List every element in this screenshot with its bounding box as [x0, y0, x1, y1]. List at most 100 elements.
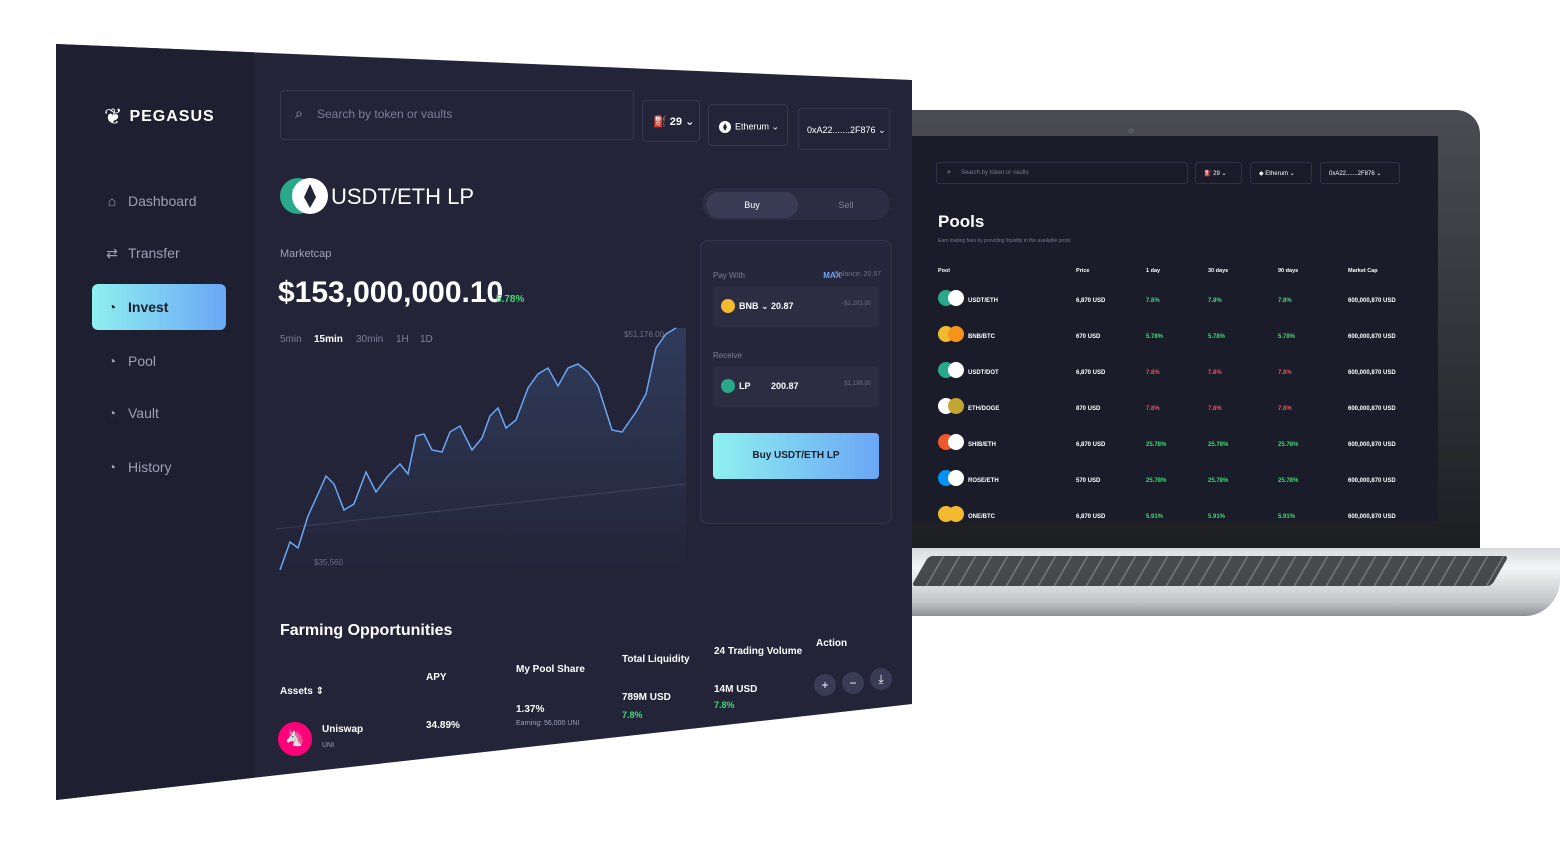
balance-label: Balance: 20.87	[834, 271, 881, 278]
sidebar-item-vault[interactable]: ◔ Vault	[92, 390, 226, 436]
cell-price: 6,870 USD	[1076, 370, 1106, 376]
table-row[interactable]: SHIB/ETH 6,870 USD 25.78% 25.78% 25.78% 600,0…	[938, 430, 1418, 466]
col-marketcap[interactable]: Market Cap	[1348, 268, 1378, 274]
table-row[interactable]: ONE/BTC 6,870 USD 5.91% 5.91% 5.91% 600,000,8…	[938, 502, 1418, 522]
col-assets[interactable]: Assets ⇕	[280, 686, 324, 697]
cell-pool: SHIB/ETH	[968, 442, 997, 448]
pie-icon: ◔	[107, 459, 117, 475]
col-total-liquidity: Total Liquidity	[622, 654, 690, 665]
cell-d90: 5.78%	[1278, 334, 1296, 340]
sidebar-item-transfer[interactable]: ⇄ Transfer	[92, 230, 226, 276]
cell-pool: USDT/ETH	[968, 298, 998, 304]
chevron-down-icon: ⌄	[878, 125, 886, 135]
dashboard-panel: ❦ PEGASUS ⌂ Dashboard ⇄ Transfer ◔ Invest ◔…	[56, 44, 912, 800]
laptop-wallet-selector[interactable]: 0xA22.......2F876 ⌄	[1320, 162, 1400, 184]
cell-mc: 600,000,870 USD	[1348, 442, 1396, 448]
tab-buy[interactable]: Buy	[706, 192, 798, 218]
sidebar-item-dashboard[interactable]: ⌂ Dashboard	[92, 178, 226, 224]
cell-mc: 600,000,870 USD	[1348, 334, 1396, 340]
search-icon: ⌕	[947, 169, 951, 176]
receive-token: LP	[739, 381, 751, 391]
cell-d1: 5.78%	[1146, 334, 1164, 340]
chart-max-label: $51,176.00	[624, 330, 665, 339]
network-selector[interactable]: Etherum ⌄	[708, 104, 788, 146]
uniswap-icon: 🦄	[278, 722, 312, 756]
brand-logo[interactable]: ❦ PEGASUS	[104, 104, 215, 130]
col-trading-volume: 24 Trading Volume	[714, 646, 803, 657]
pools-subtitle: Earn trading fees by providing liquidity…	[938, 238, 1071, 244]
col-30days[interactable]: 30 days	[1208, 268, 1228, 274]
cell-pool: BNB/BTC	[968, 334, 995, 340]
col-1day[interactable]: 1 day	[1146, 268, 1160, 274]
cell-mc: 600,000,870 USD	[1348, 514, 1396, 520]
farming-title: Farming Opportunities	[280, 622, 453, 639]
col-action: Action	[816, 638, 848, 649]
cell-d90: 7.8%	[1278, 298, 1292, 304]
pay-token-selector[interactable]: BNB ⌄	[739, 301, 769, 312]
buy-lp-button[interactable]: Buy USDT/ETH LP	[713, 433, 879, 479]
sidebar: ❦ PEGASUS ⌂ Dashboard ⇄ Transfer ◔ Invest ◔…	[56, 44, 254, 800]
cell-d90: 7.8%	[1278, 370, 1292, 376]
cell-pool: ROSE/ETH	[968, 478, 999, 484]
table-row[interactable]: ROSE/ETH 570 USD 25.78% 25.78% 25.78% 600,000…	[938, 466, 1418, 502]
table-row[interactable]: BNB/BTC 670 USD 5.78% 5.78% 5.78% 600,000,870…	[938, 322, 1418, 358]
table-row[interactable]: ETH/DOGE 870 USD 7.8% 7.8% 7.8% 600,000,870 U…	[938, 394, 1418, 430]
pay-with-label: Pay With	[713, 271, 746, 280]
laptop-screen: ⌕ Search by token or vaults ⛽ 29 ⌄ ◆ Eth…	[908, 136, 1438, 522]
cell-d30: 7.8%	[1208, 406, 1222, 412]
price-chart	[276, 327, 686, 574]
search-input[interactable]: ⌕ Search by token or vaults	[280, 90, 634, 140]
cell-price: 6,870 USD	[1076, 514, 1106, 520]
cell-mc: 600,000,870 USD	[1348, 298, 1396, 304]
col-price[interactable]: Price	[1076, 268, 1089, 274]
cell-d1: 7.8%	[1146, 298, 1160, 304]
pool-share-value: 1.37%	[516, 704, 545, 715]
sidebar-item-pool[interactable]: ◔ Pool	[92, 338, 226, 384]
table-row[interactable]: USDT/ETH 6,870 USD 7.8% 7.8% 7.8% 600,000,870…	[938, 286, 1418, 322]
camera-dot	[1128, 128, 1134, 134]
cell-mc: 600,000,870 USD	[1348, 370, 1396, 376]
cell-price: 6,870 USD	[1076, 298, 1106, 304]
laptop-search-input[interactable]: ⌕ Search by token or vaults	[936, 162, 1188, 184]
pool-pair-icon	[938, 290, 966, 308]
ethereum-icon	[719, 121, 731, 133]
cell-d30: 5.78%	[1208, 334, 1226, 340]
receive-label: Receive	[713, 351, 742, 360]
sidebar-item-history[interactable]: ◔ History	[92, 444, 226, 490]
table-row[interactable]: USDT/DOT 6,870 USD 7.8% 7.8% 7.8% 600,000,870…	[938, 358, 1418, 394]
wallet-selector[interactable]: 0xA22.......2F876 ⌄	[798, 108, 890, 150]
download-button[interactable]: ⤓	[870, 668, 892, 690]
tab-sell[interactable]: Sell	[806, 192, 886, 218]
receive-input[interactable]: LP 200.87 $1,199.00	[713, 367, 879, 407]
download-icon: ⤓	[878, 672, 884, 686]
minus-icon: −	[849, 676, 857, 690]
cell-d30: 25.78%	[1208, 478, 1229, 484]
col-90days[interactable]: 90 days	[1278, 268, 1298, 274]
cell-price: 570 USD	[1076, 478, 1101, 484]
cell-d30: 25.78%	[1208, 442, 1229, 448]
pools-title: Pools	[938, 212, 985, 231]
cell-d1: 5.91%	[1146, 514, 1164, 520]
pay-input[interactable]: BNB ⌄ 20.87 ~$1,203.00	[713, 287, 879, 327]
pools-table-header: Pool Price 1 day 30 days 90 days Market …	[938, 264, 1418, 286]
marketcap-label: Marketcap	[280, 248, 332, 260]
pool-pair-icon	[938, 506, 966, 522]
cell-d90: 25.78%	[1278, 442, 1299, 448]
cell-d90: 25.78%	[1278, 478, 1299, 484]
sidebar-item-invest[interactable]: ◔ Invest	[92, 284, 226, 330]
chevron-down-icon: ⌄	[771, 121, 780, 132]
gas-selector[interactable]: ⛽ 29 ⌄	[642, 100, 700, 142]
col-apy: APY	[426, 672, 447, 683]
col-pool[interactable]: Pool	[938, 268, 950, 274]
cell-d30: 7.8%	[1208, 370, 1222, 376]
buy-sell-toggle: Buy Sell	[702, 188, 890, 220]
remove-liquidity-button[interactable]: −	[842, 672, 864, 694]
add-liquidity-button[interactable]: +	[814, 674, 836, 696]
home-icon: ⌂	[107, 193, 117, 209]
laptop-network-selector[interactable]: ◆ Etherum ⌄	[1250, 162, 1312, 184]
pegasus-icon: ❦	[104, 104, 124, 129]
laptop-gas-selector[interactable]: ⛽ 29 ⌄	[1195, 162, 1242, 184]
receive-amount: 200.87	[771, 381, 799, 391]
cell-d1: 25.78%	[1146, 442, 1167, 448]
cell-d90: 7.8%	[1278, 406, 1292, 412]
